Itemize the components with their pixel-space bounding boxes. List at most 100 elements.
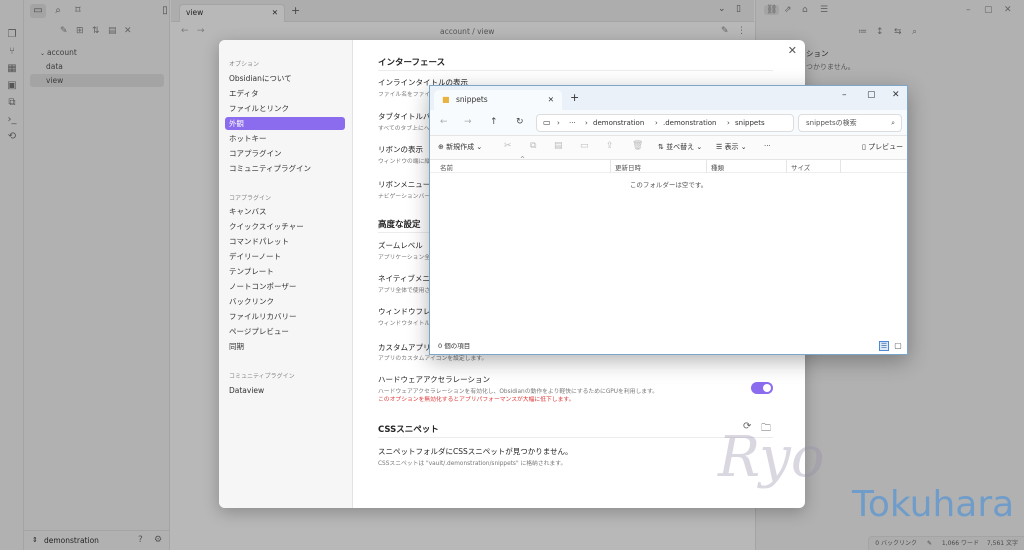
settings-nav-editor[interactable]: エディタ [225,87,345,100]
setting-desc: アプリ全体で使用さ [378,288,431,294]
folder-icon: ■ [442,95,450,104]
path-ellipsis[interactable]: ··· [569,115,576,131]
more-button[interactable]: ··· [764,142,771,150]
hw-accel-toggle[interactable] [751,382,773,394]
setting-warning: このオプションを無効化するとアプリパフォーマンスが大幅に低下します。 [378,397,575,403]
chevron-right-icon: › [557,119,560,127]
chevron-right-icon: › [727,119,730,127]
column-modified[interactable]: 更新日時 [615,162,641,172]
delete-icon[interactable]: 🗑 [632,141,643,151]
settings-sidebar-heading: コアプラグイン [229,195,272,202]
column-separator [706,160,707,173]
close-window-icon[interactable]: ✕ [892,90,900,100]
address-bar[interactable]: ▭ › ··· › demonstration › .demonstration… [536,114,794,132]
divider [378,437,773,438]
search-input[interactable]: snippetsの検索 ⌕ [798,114,902,132]
refresh-icon[interactable]: ↻ [516,117,524,127]
minimize-icon[interactable]: – [842,90,847,100]
list-icon: ☰ [716,143,723,151]
settings-nav-page-preview[interactable]: ページプレビュー [225,325,345,338]
settings-nav-note-composer[interactable]: ノートコンポーザー [225,280,345,293]
settings-nav-canvas[interactable]: キャンバス [225,205,345,218]
view-button[interactable]: ☰ 表示 ⌄ [716,142,747,152]
settings-nav-command-palette[interactable]: コマンドパレット [225,235,345,248]
new-button[interactable]: ⊕ 新規作成 ⌄ [438,142,482,152]
sort-icon: ⇅ [658,143,664,151]
setting-desc: ウィンドウの端に縦長 [378,159,436,165]
file-explorer-window: ■ snippets ✕ + – ▢ ✕ ← → ↑ ↻ ▭ › ··· › d… [429,85,908,355]
column-separator [840,160,841,173]
section-title: 高度な設定 [378,220,421,230]
settings-nav-templates[interactable]: テンプレート [225,265,345,278]
settings-nav-backlinks[interactable]: バックリンク [225,295,345,308]
share-icon[interactable]: ⇪ [606,141,614,151]
close-tab-icon[interactable]: ✕ [548,95,554,104]
sort-caret-icon: ^ [520,156,526,163]
settings-sidebar-heading: オプション [229,61,260,68]
setting-desc: すべてのタブ上にヘッ [378,126,436,132]
path-segment[interactable]: demonstration [593,115,644,131]
column-name[interactable]: 名前 [440,162,453,172]
settings-nav-daily-notes[interactable]: デイリーノート [225,250,345,263]
settings-sidebar: オプション Obsidianについて エディタ ファイルとリンク 外観 ホットキ… [219,40,353,508]
settings-nav-hotkeys[interactable]: ホットキー [225,132,345,145]
sort-button[interactable]: ⇅ 並べ替え ⌄ [658,142,702,152]
settings-nav-core-plugins[interactable]: コアプラグイン [225,147,345,160]
item-count: 0 個の項目 [438,342,471,350]
setting-name: リボンメニュー [378,180,431,189]
setting-desc: ウィンドウタイトルバ [378,321,436,327]
close-icon[interactable]: ✕ [788,44,797,57]
watermark-signature: Ryo [718,425,825,490]
setting-name: ズームレベル [378,241,423,250]
section-title: CSSスニペット [378,425,439,435]
explorer-navbar: ← → ↑ ↻ ▭ › ··· › demonstration › .demon… [430,110,907,136]
column-separator [786,160,787,173]
settings-nav-dataview[interactable]: Dataview [225,384,345,397]
chevron-right-icon: › [585,119,588,127]
copy-icon[interactable]: ⧉ [530,141,536,151]
settings-nav-about[interactable]: Obsidianについて [225,72,345,85]
settings-nav-appearance[interactable]: 外観 [225,117,345,130]
setting-name: スニペットフォルダにCSSスニペットが見つかりません。 [378,447,573,456]
settings-nav-sync[interactable]: 同期 [225,340,345,353]
explorer-tab[interactable]: ■ snippets ✕ [434,90,562,110]
back-icon[interactable]: ← [440,117,448,127]
settings-nav-quick-switcher[interactable]: クイックスイッチャー [225,220,345,233]
settings-nav-file-recovery[interactable]: ファイルリカバリー [225,310,345,323]
section-title: インターフェース [378,58,446,68]
maximize-icon[interactable]: ▢ [867,90,876,100]
watermark-name: Tokuhara [852,484,1015,525]
path-segment[interactable]: snippets [735,115,765,131]
details-view-icon[interactable]: ☰ [879,341,889,351]
preview-icon: ▯ [862,143,866,151]
new-tab-icon[interactable]: + [570,91,579,104]
setting-name: ハードウェアアクセラレーション [378,375,490,384]
setting-name: リボンの表示 [378,145,423,154]
column-type[interactable]: 種類 [711,162,724,172]
up-icon[interactable]: ↑ [490,117,498,127]
chevron-right-icon: › [655,119,658,127]
monitor-icon: ▭ [543,118,551,127]
column-headers: 名前 ^ 更新日時 種類 サイズ [430,156,907,173]
search-icon: ⌕ [891,119,895,127]
column-size[interactable]: サイズ [791,162,810,172]
column-separator [610,160,611,173]
explorer-toolbar: ⊕ 新規作成 ⌄ ✂ ⧉ ▤ ▭ ⇪ 🗑 ⇅ 並べ替え ⌄ ☰ 表示 ⌄ ···… [430,136,907,160]
explorer-titlebar: ■ snippets ✕ + – ▢ ✕ [430,86,907,110]
setting-desc: アプリケーション全体 [378,255,436,261]
tiles-view-icon[interactable]: ▢ [893,341,903,351]
forward-icon[interactable]: → [464,117,472,127]
empty-folder-message: このフォルダーは空です。 [629,181,708,189]
cut-icon[interactable]: ✂ [504,141,512,151]
preview-button[interactable]: ▯ プレビュー [862,142,903,152]
plus-circle-icon: ⊕ [438,143,444,151]
path-segment[interactable]: .demonstration [663,115,716,131]
paste-icon[interactable]: ▤ [554,141,563,151]
rename-icon[interactable]: ▭ [580,141,589,151]
divider [378,70,773,71]
settings-sidebar-heading: コミュニティプラグイン [229,373,295,380]
setting-desc: CSSスニペットは "vault/.demonstration/snippets… [378,461,567,467]
setting-desc: ナビゲーションバーの [378,194,436,200]
settings-nav-files[interactable]: ファイルとリンク [225,102,345,115]
settings-nav-community-plugins[interactable]: コミュニティプラグイン [225,162,345,175]
